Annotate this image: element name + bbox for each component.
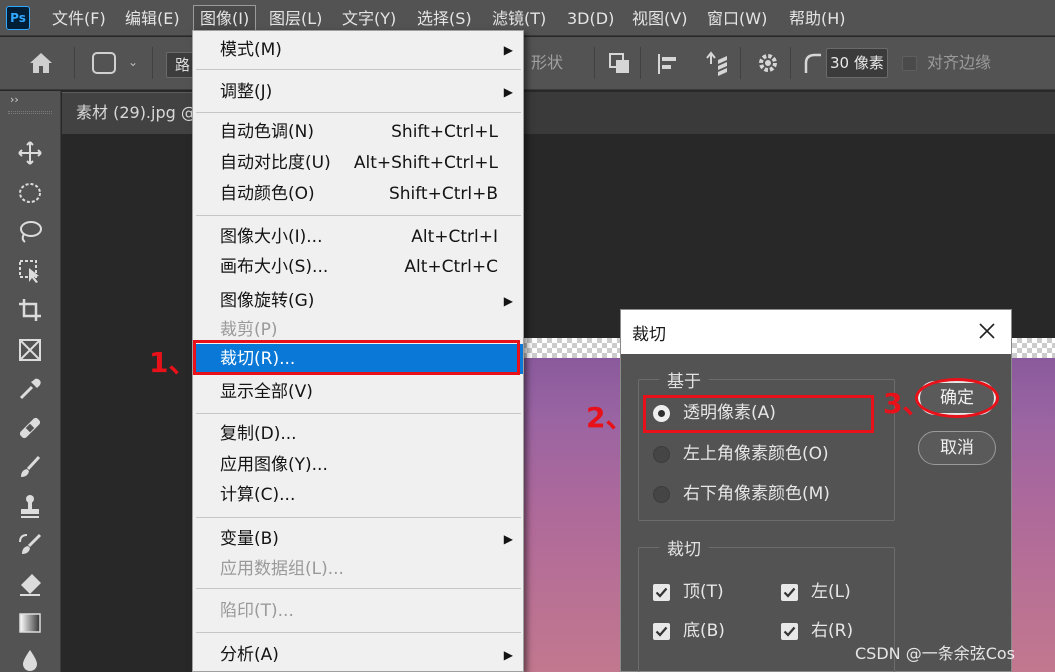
- menu-file[interactable]: 文件(F): [46, 5, 112, 32]
- shape-button[interactable]: 形状: [523, 50, 593, 76]
- collapse-panel-icon[interactable]: ››: [10, 93, 19, 106]
- menu-window[interactable]: 窗口(W): [701, 5, 773, 32]
- menu-3d[interactable]: 3D(D): [561, 5, 620, 32]
- submenu-arrow-icon: ▶: [503, 85, 513, 99]
- align-edges-label: 对齐边缘: [927, 53, 992, 72]
- watermark: CSDN @一条余弦Cos: [855, 644, 1016, 663]
- annotation-box-transparent: [643, 395, 874, 433]
- document-tab[interactable]: 素材 (29).jpg @: [62, 92, 212, 134]
- checkbox-checked-icon[interactable]: [781, 623, 798, 640]
- dialog-titlebar[interactable]: 裁切: [621, 310, 1011, 354]
- menu-item-canvas-size[interactable]: 画布大小(S)... Alt+Ctrl+C: [194, 252, 523, 282]
- close-icon[interactable]: [978, 322, 996, 340]
- home-icon[interactable]: [28, 51, 54, 75]
- history-brush-icon[interactable]: [17, 532, 43, 558]
- object-selection-icon[interactable]: [17, 258, 43, 284]
- options-bar: ⌄ 路 形状 30 像素 对齐边缘: [0, 37, 1055, 90]
- path-alignment-icon[interactable]: [655, 51, 681, 81]
- menu-help[interactable]: 帮助(H): [783, 5, 852, 32]
- gradient-icon[interactable]: [17, 610, 43, 636]
- menu-item-apply-image[interactable]: 应用图像(Y)...: [194, 450, 523, 480]
- panel-grip[interactable]: [8, 111, 52, 114]
- menu-filter[interactable]: 滤镜(T): [486, 5, 552, 32]
- menu-bar: Ps 文件(F) 编辑(E) 图像(I) 图层(L) 文字(Y) 选择(S) 滤…: [0, 0, 1055, 36]
- menu-item-calculations[interactable]: 计算(C)...: [194, 480, 523, 510]
- radio-icon[interactable]: [653, 486, 670, 503]
- submenu-arrow-icon: ▶: [503, 294, 513, 308]
- chevron-down-icon[interactable]: ⌄: [128, 55, 138, 69]
- menu-view[interactable]: 视图(V): [626, 5, 693, 32]
- annotation-box-trim: [193, 340, 520, 375]
- trim-away-title: 裁切: [659, 535, 709, 560]
- menu-item-trap: 陷印(T)...: [220, 601, 294, 621]
- lasso-icon[interactable]: [17, 219, 43, 245]
- corner-radius-icon: [803, 51, 823, 79]
- path-operations-icon[interactable]: [607, 51, 633, 81]
- menu-edit[interactable]: 编辑(E): [119, 5, 186, 32]
- trim-dialog: 裁切 基于 透明像素(A) 左上角像素颜色(O) 右下角像素颜色(M) 裁切 顶…: [620, 309, 1012, 672]
- align-edges-checkbox[interactable]: [902, 56, 917, 71]
- eyedropper-icon[interactable]: [17, 376, 43, 402]
- menu-item-reveal-all[interactable]: 显示全部(V): [194, 377, 523, 407]
- path-arrangement-icon[interactable]: [703, 50, 731, 82]
- tools-panel: ››: [0, 91, 61, 672]
- checkbox-checked-icon[interactable]: [653, 623, 670, 640]
- menu-item-image-size[interactable]: 图像大小(I)... Alt+Ctrl+I: [194, 222, 523, 252]
- menu-item-analysis[interactable]: 分析(A) ▶: [194, 640, 523, 670]
- cancel-button[interactable]: 取消: [918, 431, 996, 465]
- menu-item-image-rotation[interactable]: 图像旋转(G) ▶: [194, 286, 523, 316]
- brush-icon[interactable]: [17, 454, 43, 480]
- menu-item-mode[interactable]: 模式(M) ▶: [194, 35, 523, 65]
- submenu-arrow-icon: ▶: [503, 532, 513, 546]
- menu-layer[interactable]: 图层(L): [263, 5, 328, 32]
- shape-mode-icon[interactable]: [92, 52, 116, 74]
- menu-item-auto-tone[interactable]: 自动色调(N) Shift+Ctrl+L: [194, 117, 523, 147]
- menu-item-apply-data-set: 应用数据组(L)...: [220, 559, 344, 579]
- frame-icon[interactable]: [17, 337, 43, 363]
- annotation-step-2: 2、: [586, 401, 634, 434]
- healing-brush-icon[interactable]: [17, 415, 43, 441]
- move-tool-icon[interactable]: [17, 140, 43, 166]
- menu-item-variables[interactable]: 变量(B) ▶: [194, 524, 523, 554]
- blur-icon[interactable]: [17, 647, 43, 672]
- elliptical-marquee-icon[interactable]: [17, 180, 43, 206]
- menu-item-auto-contrast[interactable]: 自动对比度(U) Alt+Shift+Ctrl+L: [194, 148, 523, 178]
- menu-type[interactable]: 文字(Y): [336, 5, 402, 32]
- eraser-icon[interactable]: [17, 571, 43, 597]
- checkbox-checked-icon[interactable]: [781, 584, 798, 601]
- submenu-arrow-icon: ▶: [503, 648, 513, 662]
- menu-item-auto-color[interactable]: 自动颜色(O) Shift+Ctrl+B: [194, 179, 523, 209]
- menu-item-adjustments[interactable]: 调整(J) ▶: [194, 77, 523, 107]
- crop-icon[interactable]: [17, 297, 43, 323]
- menu-item-duplicate[interactable]: 复制(D)...: [194, 419, 523, 449]
- annotation-step-1: 1、: [149, 346, 197, 379]
- annotation-step-3: 3、: [883, 387, 931, 420]
- submenu-arrow-icon: ▶: [503, 43, 513, 57]
- clone-stamp-icon[interactable]: [17, 493, 43, 519]
- photoshop-logo: Ps: [6, 6, 30, 30]
- checkbox-checked-icon[interactable]: [653, 584, 670, 601]
- based-on-title: 基于: [659, 367, 709, 392]
- gear-icon[interactable]: [756, 51, 780, 79]
- radio-icon[interactable]: [653, 446, 670, 463]
- dialog-title: 裁切: [632, 325, 666, 345]
- corner-radius-input[interactable]: 30 像素: [826, 48, 888, 78]
- menu-select[interactable]: 选择(S): [411, 5, 478, 32]
- menu-image[interactable]: 图像(I): [193, 5, 257, 32]
